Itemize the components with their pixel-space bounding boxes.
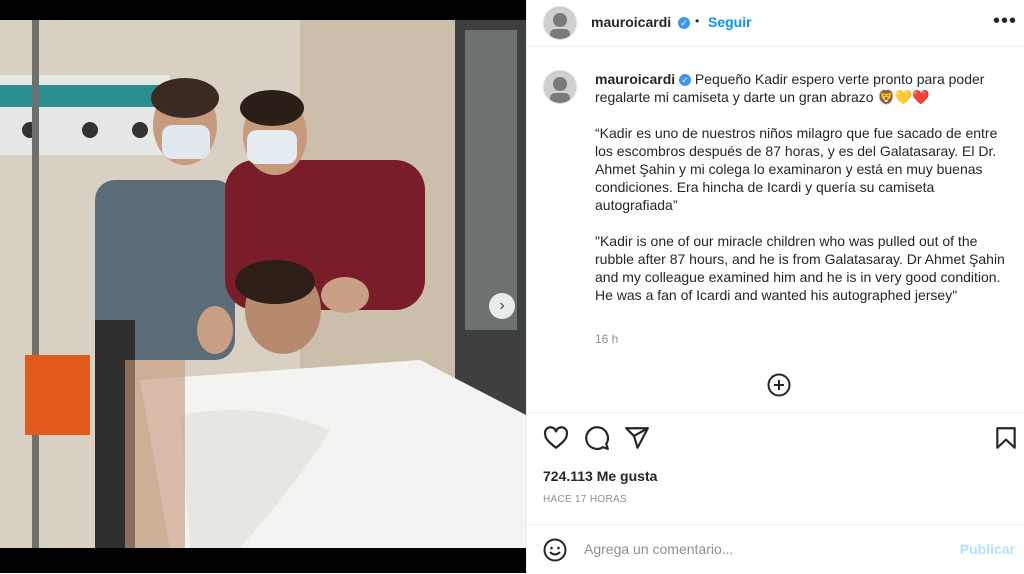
verified-badge-icon: ✓ <box>678 17 690 29</box>
comment-button[interactable] <box>584 425 610 451</box>
post-media-panel: › <box>0 0 526 573</box>
send-icon <box>625 427 649 449</box>
save-button[interactable] <box>993 425 1019 451</box>
comment-icon <box>585 426 609 450</box>
publish-button[interactable]: Publicar <box>960 541 1015 557</box>
more-horizontal-icon[interactable]: ••• <box>993 10 1017 33</box>
comment-bar: Agrega un comentario... Publicar <box>527 524 1024 574</box>
verified-badge-icon: ✓ <box>679 74 692 87</box>
emoji-button[interactable] <box>543 538 567 562</box>
load-more-comments-button[interactable] <box>767 373 791 397</box>
avatar[interactable] <box>543 6 577 40</box>
comment-input[interactable]: Agrega un comentario... <box>584 541 733 557</box>
share-button[interactable] <box>624 425 650 451</box>
caption-spanish-paragraph: “Kadir es uno de nuestros niños milagro … <box>595 125 998 213</box>
like-button[interactable] <box>543 425 569 451</box>
caption-timestamp[interactable]: 16 h <box>595 332 618 346</box>
bookmark-icon <box>996 427 1016 449</box>
header-separator: • <box>695 14 700 28</box>
chevron-right-icon: › <box>499 297 505 314</box>
heart-icon <box>543 426 569 449</box>
post-caption: mauroicardi ✓ Pequeño Kadir espero verte… <box>595 70 1005 322</box>
post-photo-illustration <box>0 20 526 548</box>
post-details-panel: mauroicardi ✓ • Seguir ••• mauroicardi ✓… <box>526 0 1024 573</box>
plus-circle-icon <box>767 373 791 397</box>
caption-username-link[interactable]: mauroicardi <box>595 71 675 87</box>
emoji-icon <box>543 538 567 562</box>
post-image[interactable]: › <box>0 20 526 548</box>
username-link[interactable]: mauroicardi <box>591 14 671 30</box>
post-time-ago[interactable]: HACE 17 HORAS <box>543 494 627 505</box>
follow-button[interactable]: Seguir <box>708 14 752 30</box>
caption-english-paragraph: "Kadir is one of our miracle children wh… <box>595 233 1005 303</box>
next-image-button[interactable]: › <box>489 293 515 319</box>
action-bar-divider <box>527 412 1024 414</box>
post-header: mauroicardi ✓ • Seguir ••• <box>527 0 1024 47</box>
caption-avatar[interactable] <box>543 70 577 104</box>
likes-count[interactable]: 724.113 Me gusta <box>543 468 657 484</box>
